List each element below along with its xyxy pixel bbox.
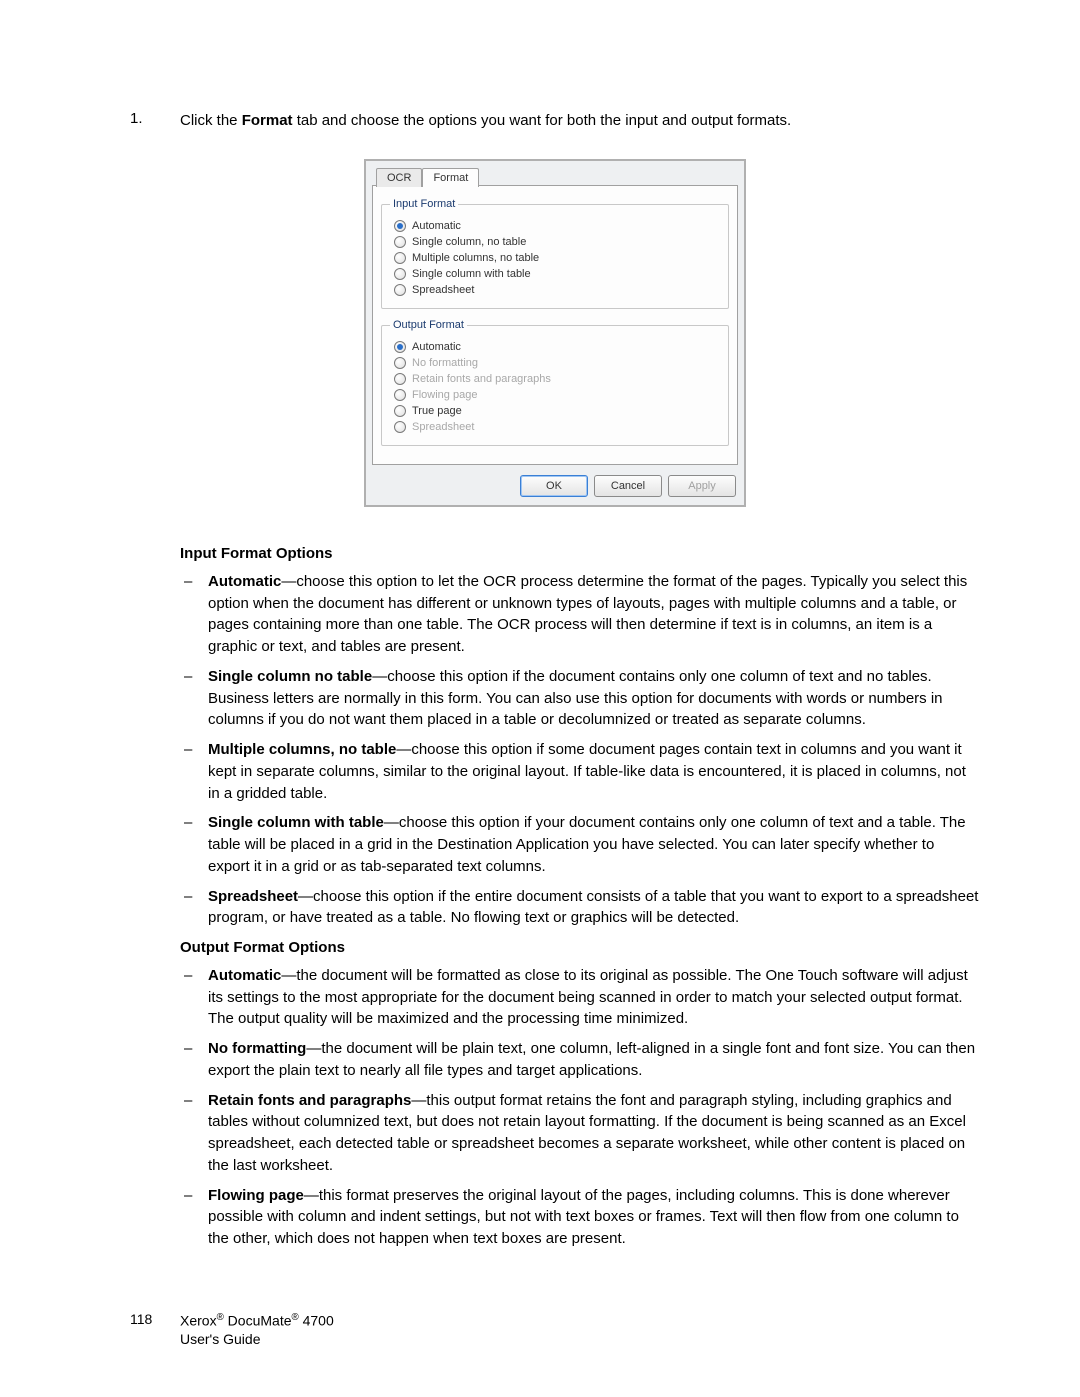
dash-icon: –: [180, 666, 208, 731]
list-item: – Multiple columns, no table—choose this…: [180, 739, 980, 804]
body-content: Input Format Options – Automatic—choose …: [180, 543, 980, 1250]
page-number: 118: [130, 1311, 180, 1349]
radio-output-spreadsheet: Spreadsheet: [394, 421, 720, 433]
dash-icon: –: [180, 1038, 208, 1082]
radio-input-automatic[interactable]: Automatic: [394, 220, 720, 232]
dash-icon: –: [180, 886, 208, 930]
dash-icon: –: [180, 739, 208, 804]
radio-icon: [394, 268, 406, 280]
radio-input-single-no-table[interactable]: Single column, no table: [394, 236, 720, 248]
radio-icon: [394, 236, 406, 248]
radio-icon: [394, 373, 406, 385]
radio-icon: [394, 389, 406, 401]
radio-output-no-formatting: No formatting: [394, 357, 720, 369]
radio-icon: [394, 220, 406, 232]
radio-input-multiple-no-table[interactable]: Multiple columns, no table: [394, 252, 720, 264]
format-dialog: OCR Format Input Format Automatic Single…: [364, 159, 746, 507]
dash-icon: –: [180, 1090, 208, 1177]
radio-output-automatic[interactable]: Automatic: [394, 341, 720, 353]
heading-input-options: Input Format Options: [180, 543, 980, 565]
output-format-legend: Output Format: [390, 319, 467, 331]
list-item: – Automatic—choose this option to let th…: [180, 571, 980, 658]
list-item: – Single column with table—choose this o…: [180, 812, 980, 877]
radio-output-flowing-page: Flowing page: [394, 389, 720, 401]
radio-icon: [394, 421, 406, 433]
radio-icon: [394, 252, 406, 264]
apply-button: Apply: [668, 475, 736, 497]
list-item: – Single column no table—choose this opt…: [180, 666, 980, 731]
radio-input-single-with-table[interactable]: Single column with table: [394, 268, 720, 280]
dash-icon: –: [180, 965, 208, 1030]
input-options-list: – Automatic—choose this option to let th…: [180, 571, 980, 929]
page-footer: 118 Xerox® DocuMate® 4700 User's Guide: [130, 1311, 334, 1349]
step-instruction: Click the Format tab and choose the opti…: [180, 110, 791, 131]
dash-icon: –: [180, 812, 208, 877]
heading-output-options: Output Format Options: [180, 937, 980, 959]
ok-button[interactable]: OK: [520, 475, 588, 497]
tab-ocr[interactable]: OCR: [376, 168, 422, 187]
list-item: – Automatic—the document will be formatt…: [180, 965, 980, 1030]
radio-output-retain-fonts: Retain fonts and paragraphs: [394, 373, 720, 385]
radio-icon: [394, 284, 406, 296]
output-options-list: – Automatic—the document will be formatt…: [180, 965, 980, 1250]
list-item: – Spreadsheet—choose this option if the …: [180, 886, 980, 930]
list-item: – Retain fonts and paragraphs—this outpu…: [180, 1090, 980, 1177]
cancel-button[interactable]: Cancel: [594, 475, 662, 497]
input-format-legend: Input Format: [390, 198, 458, 210]
output-format-group: Output Format Automatic No formatting Re…: [381, 319, 729, 446]
radio-icon: [394, 357, 406, 369]
dialog-tabs: OCR Format: [376, 167, 738, 186]
footer-text: Xerox® DocuMate® 4700 User's Guide: [180, 1311, 334, 1349]
dialog-button-row: OK Cancel Apply: [372, 473, 738, 499]
radio-icon: [394, 341, 406, 353]
radio-output-true-page[interactable]: True page: [394, 405, 720, 417]
radio-icon: [394, 405, 406, 417]
list-item: – No formatting—the document will be pla…: [180, 1038, 980, 1082]
dialog-body: Input Format Automatic Single column, no…: [372, 185, 738, 465]
radio-input-spreadsheet[interactable]: Spreadsheet: [394, 284, 720, 296]
input-format-group: Input Format Automatic Single column, no…: [381, 198, 729, 309]
dash-icon: –: [180, 571, 208, 658]
list-item: – Flowing page—this format preserves the…: [180, 1185, 980, 1250]
step-number: 1.: [130, 110, 180, 131]
dash-icon: –: [180, 1185, 208, 1250]
tab-format[interactable]: Format: [422, 168, 479, 187]
numbered-step: 1. Click the Format tab and choose the o…: [130, 110, 980, 131]
